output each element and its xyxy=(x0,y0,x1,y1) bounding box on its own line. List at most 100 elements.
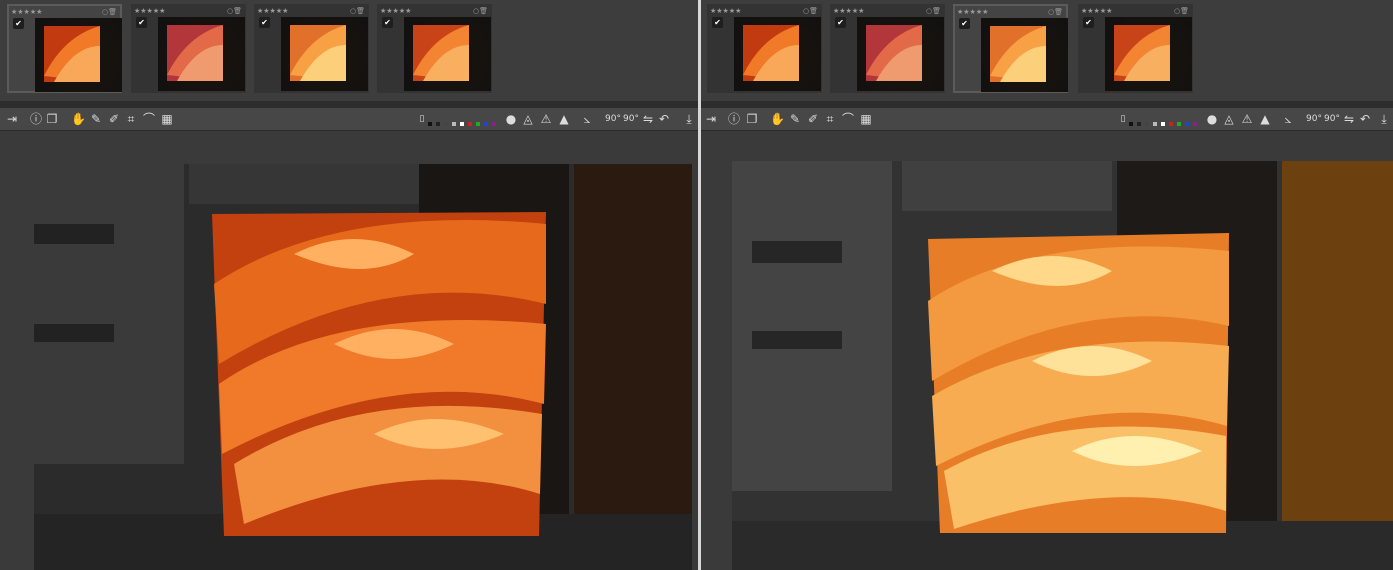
swatch-blue[interactable] xyxy=(1185,122,1189,126)
underexposure-icon[interactable]: ◬ xyxy=(1222,111,1236,127)
rating-stars[interactable]: ★★★★★ xyxy=(833,7,864,15)
thumbnail-image xyxy=(158,17,245,91)
thumbnail-image xyxy=(1105,17,1192,91)
trash-icon[interactable]: ○🗑 xyxy=(803,6,818,16)
thumbnail[interactable]: ★★★★★ ○🗑 ✔ xyxy=(254,4,369,93)
rating-stars[interactable]: ★★★★★ xyxy=(1081,7,1112,15)
trash-icon[interactable]: ○🗑 xyxy=(1048,7,1063,17)
editor-toolbar: ⇥ ⓘ ❐ ✋ ✎ ✐ ⌗ ⌒ ▦ ▯ ● ◬ ⚠ ▲ ⦣ 90° 90° ⇋ … xyxy=(701,108,1393,131)
rating-stars[interactable]: ★★★★★ xyxy=(134,7,165,15)
main-photo xyxy=(732,161,1393,570)
preview-mode-icon[interactable]: ▯ xyxy=(418,111,426,127)
rating-stars[interactable]: ★★★★★ xyxy=(257,7,288,15)
swatch-purple[interactable] xyxy=(492,122,496,126)
swatch-green[interactable] xyxy=(476,122,480,126)
warning-icon[interactable]: ▲ xyxy=(1258,111,1272,127)
straighten-icon[interactable]: ⌒ xyxy=(841,111,855,127)
panel-toggle-icon[interactable]: ⇥ xyxy=(5,111,19,127)
swatch-dark[interactable] xyxy=(436,122,440,126)
crop-icon[interactable]: ⌗ xyxy=(823,111,837,127)
white-balance-picker-icon[interactable]: ✐ xyxy=(806,111,820,127)
filmstrip: ★★★★★ ○🗑 ✔ ★★★★★ ○🗑 ✔ ★★★★★ ○🗑 ✔ ★★★★★ ○🗑 ✔ xyxy=(701,0,1393,101)
thumbnail[interactable]: ★★★★★ ○🗑 ✔ xyxy=(1078,4,1193,93)
swatch-dark[interactable] xyxy=(1137,122,1141,126)
select-checkbox[interactable]: ✔ xyxy=(259,17,270,28)
focus-mask-icon[interactable]: ● xyxy=(1206,111,1218,127)
preview-mode-icon[interactable]: ▯ xyxy=(1119,111,1127,127)
panel-toggle-icon[interactable]: ⇥ xyxy=(704,111,718,127)
select-checkbox[interactable]: ✔ xyxy=(835,17,846,28)
crop-icon[interactable]: ⌗ xyxy=(124,111,138,127)
swatch-purple[interactable] xyxy=(1193,122,1197,126)
select-checkbox[interactable]: ✔ xyxy=(13,18,24,29)
before-after-icon[interactable]: ❐ xyxy=(45,111,59,127)
info-icon[interactable]: ⓘ xyxy=(29,111,43,127)
underexposure-icon[interactable]: ◬ xyxy=(521,111,535,127)
thumbnail-image xyxy=(281,17,368,91)
grid-icon[interactable]: ▦ xyxy=(859,111,873,127)
swatch-green[interactable] xyxy=(1177,122,1181,126)
select-checkbox[interactable]: ✔ xyxy=(712,17,723,28)
swatch-light[interactable] xyxy=(1153,122,1157,126)
focus-mask-icon[interactable]: ● xyxy=(505,111,517,127)
hand-icon[interactable]: ✋ xyxy=(71,111,86,127)
rotate-right-icon[interactable]: 90° xyxy=(623,111,639,127)
flip-icon[interactable]: ⇋ xyxy=(641,111,655,127)
overexposure-icon[interactable]: ⚠ xyxy=(1240,111,1254,127)
swatch-red[interactable] xyxy=(468,122,472,126)
swatch-white[interactable] xyxy=(1161,122,1165,126)
left-editor-pane: ★★★★★ ○🗑 ✔ ★★★★★ ○🗑 ✔ ★★★★★ ○🗑 ✔ ★★★★★ ○🗑 ✔ xyxy=(0,0,698,570)
histogram-icon[interactable]: ⦣ xyxy=(580,111,594,127)
swatch-black[interactable] xyxy=(1129,122,1133,126)
select-checkbox[interactable]: ✔ xyxy=(959,18,970,29)
hand-icon[interactable]: ✋ xyxy=(770,111,785,127)
grid-icon[interactable]: ▦ xyxy=(160,111,174,127)
fullscreen-icon[interactable]: ⤓ xyxy=(1377,111,1391,127)
trash-icon[interactable]: ○🗑 xyxy=(473,6,488,16)
overexposure-icon[interactable]: ⚠ xyxy=(539,111,553,127)
select-checkbox[interactable]: ✔ xyxy=(136,17,147,28)
thumbnail[interactable]: ★★★★★ ○🗑 ✔ xyxy=(707,4,822,93)
color-picker-icon[interactable]: ✎ xyxy=(788,111,802,127)
trash-icon[interactable]: ○🗑 xyxy=(926,6,941,16)
before-after-icon[interactable]: ❐ xyxy=(745,111,759,127)
rotate-right-icon[interactable]: 90° xyxy=(1324,111,1340,127)
swatch-red[interactable] xyxy=(1169,122,1173,126)
swatch-white[interactable] xyxy=(460,122,464,126)
thumbnail[interactable]: ★★★★★ ○🗑 ✔ xyxy=(830,4,945,93)
undo-icon[interactable]: ↶ xyxy=(1358,111,1372,127)
straighten-icon[interactable]: ⌒ xyxy=(142,111,156,127)
rating-stars[interactable]: ★★★★★ xyxy=(11,8,42,16)
rotate-left-icon[interactable]: 90° xyxy=(605,111,621,127)
trash-icon[interactable]: ○🗑 xyxy=(1174,6,1189,16)
swatch-gray[interactable] xyxy=(444,122,448,126)
swatch-gray[interactable] xyxy=(1145,122,1149,126)
rating-stars[interactable]: ★★★★★ xyxy=(957,8,988,16)
undo-icon[interactable]: ↶ xyxy=(657,111,671,127)
flip-icon[interactable]: ⇋ xyxy=(1342,111,1356,127)
thumbnail-image xyxy=(981,18,1068,92)
swatch-black[interactable] xyxy=(428,122,432,126)
fullscreen-icon[interactable]: ⤓ xyxy=(682,111,696,127)
thumbnail[interactable]: ★★★★★ ○🗑 ✔ xyxy=(7,4,122,93)
image-viewer[interactable] xyxy=(701,131,1393,570)
color-picker-icon[interactable]: ✎ xyxy=(89,111,103,127)
thumbnail[interactable]: ★★★★★ ○🗑 ✔ xyxy=(131,4,246,93)
select-checkbox[interactable]: ✔ xyxy=(1083,17,1094,28)
white-balance-picker-icon[interactable]: ✐ xyxy=(107,111,121,127)
rotate-left-icon[interactable]: 90° xyxy=(1306,111,1322,127)
swatch-blue[interactable] xyxy=(484,122,488,126)
swatch-light[interactable] xyxy=(452,122,456,126)
rating-stars[interactable]: ★★★★★ xyxy=(710,7,741,15)
trash-icon[interactable]: ○🗑 xyxy=(350,6,365,16)
info-icon[interactable]: ⓘ xyxy=(727,111,741,127)
rating-stars[interactable]: ★★★★★ xyxy=(380,7,411,15)
trash-icon[interactable]: ○🗑 xyxy=(102,7,117,17)
warning-icon[interactable]: ▲ xyxy=(557,111,571,127)
histogram-icon[interactable]: ⦣ xyxy=(1281,111,1295,127)
thumbnail[interactable]: ★★★★★ ○🗑 ✔ xyxy=(377,4,492,93)
thumbnail[interactable]: ★★★★★ ○🗑 ✔ xyxy=(953,4,1068,93)
trash-icon[interactable]: ○🗑 xyxy=(227,6,242,16)
image-viewer[interactable] xyxy=(0,131,698,570)
select-checkbox[interactable]: ✔ xyxy=(382,17,393,28)
